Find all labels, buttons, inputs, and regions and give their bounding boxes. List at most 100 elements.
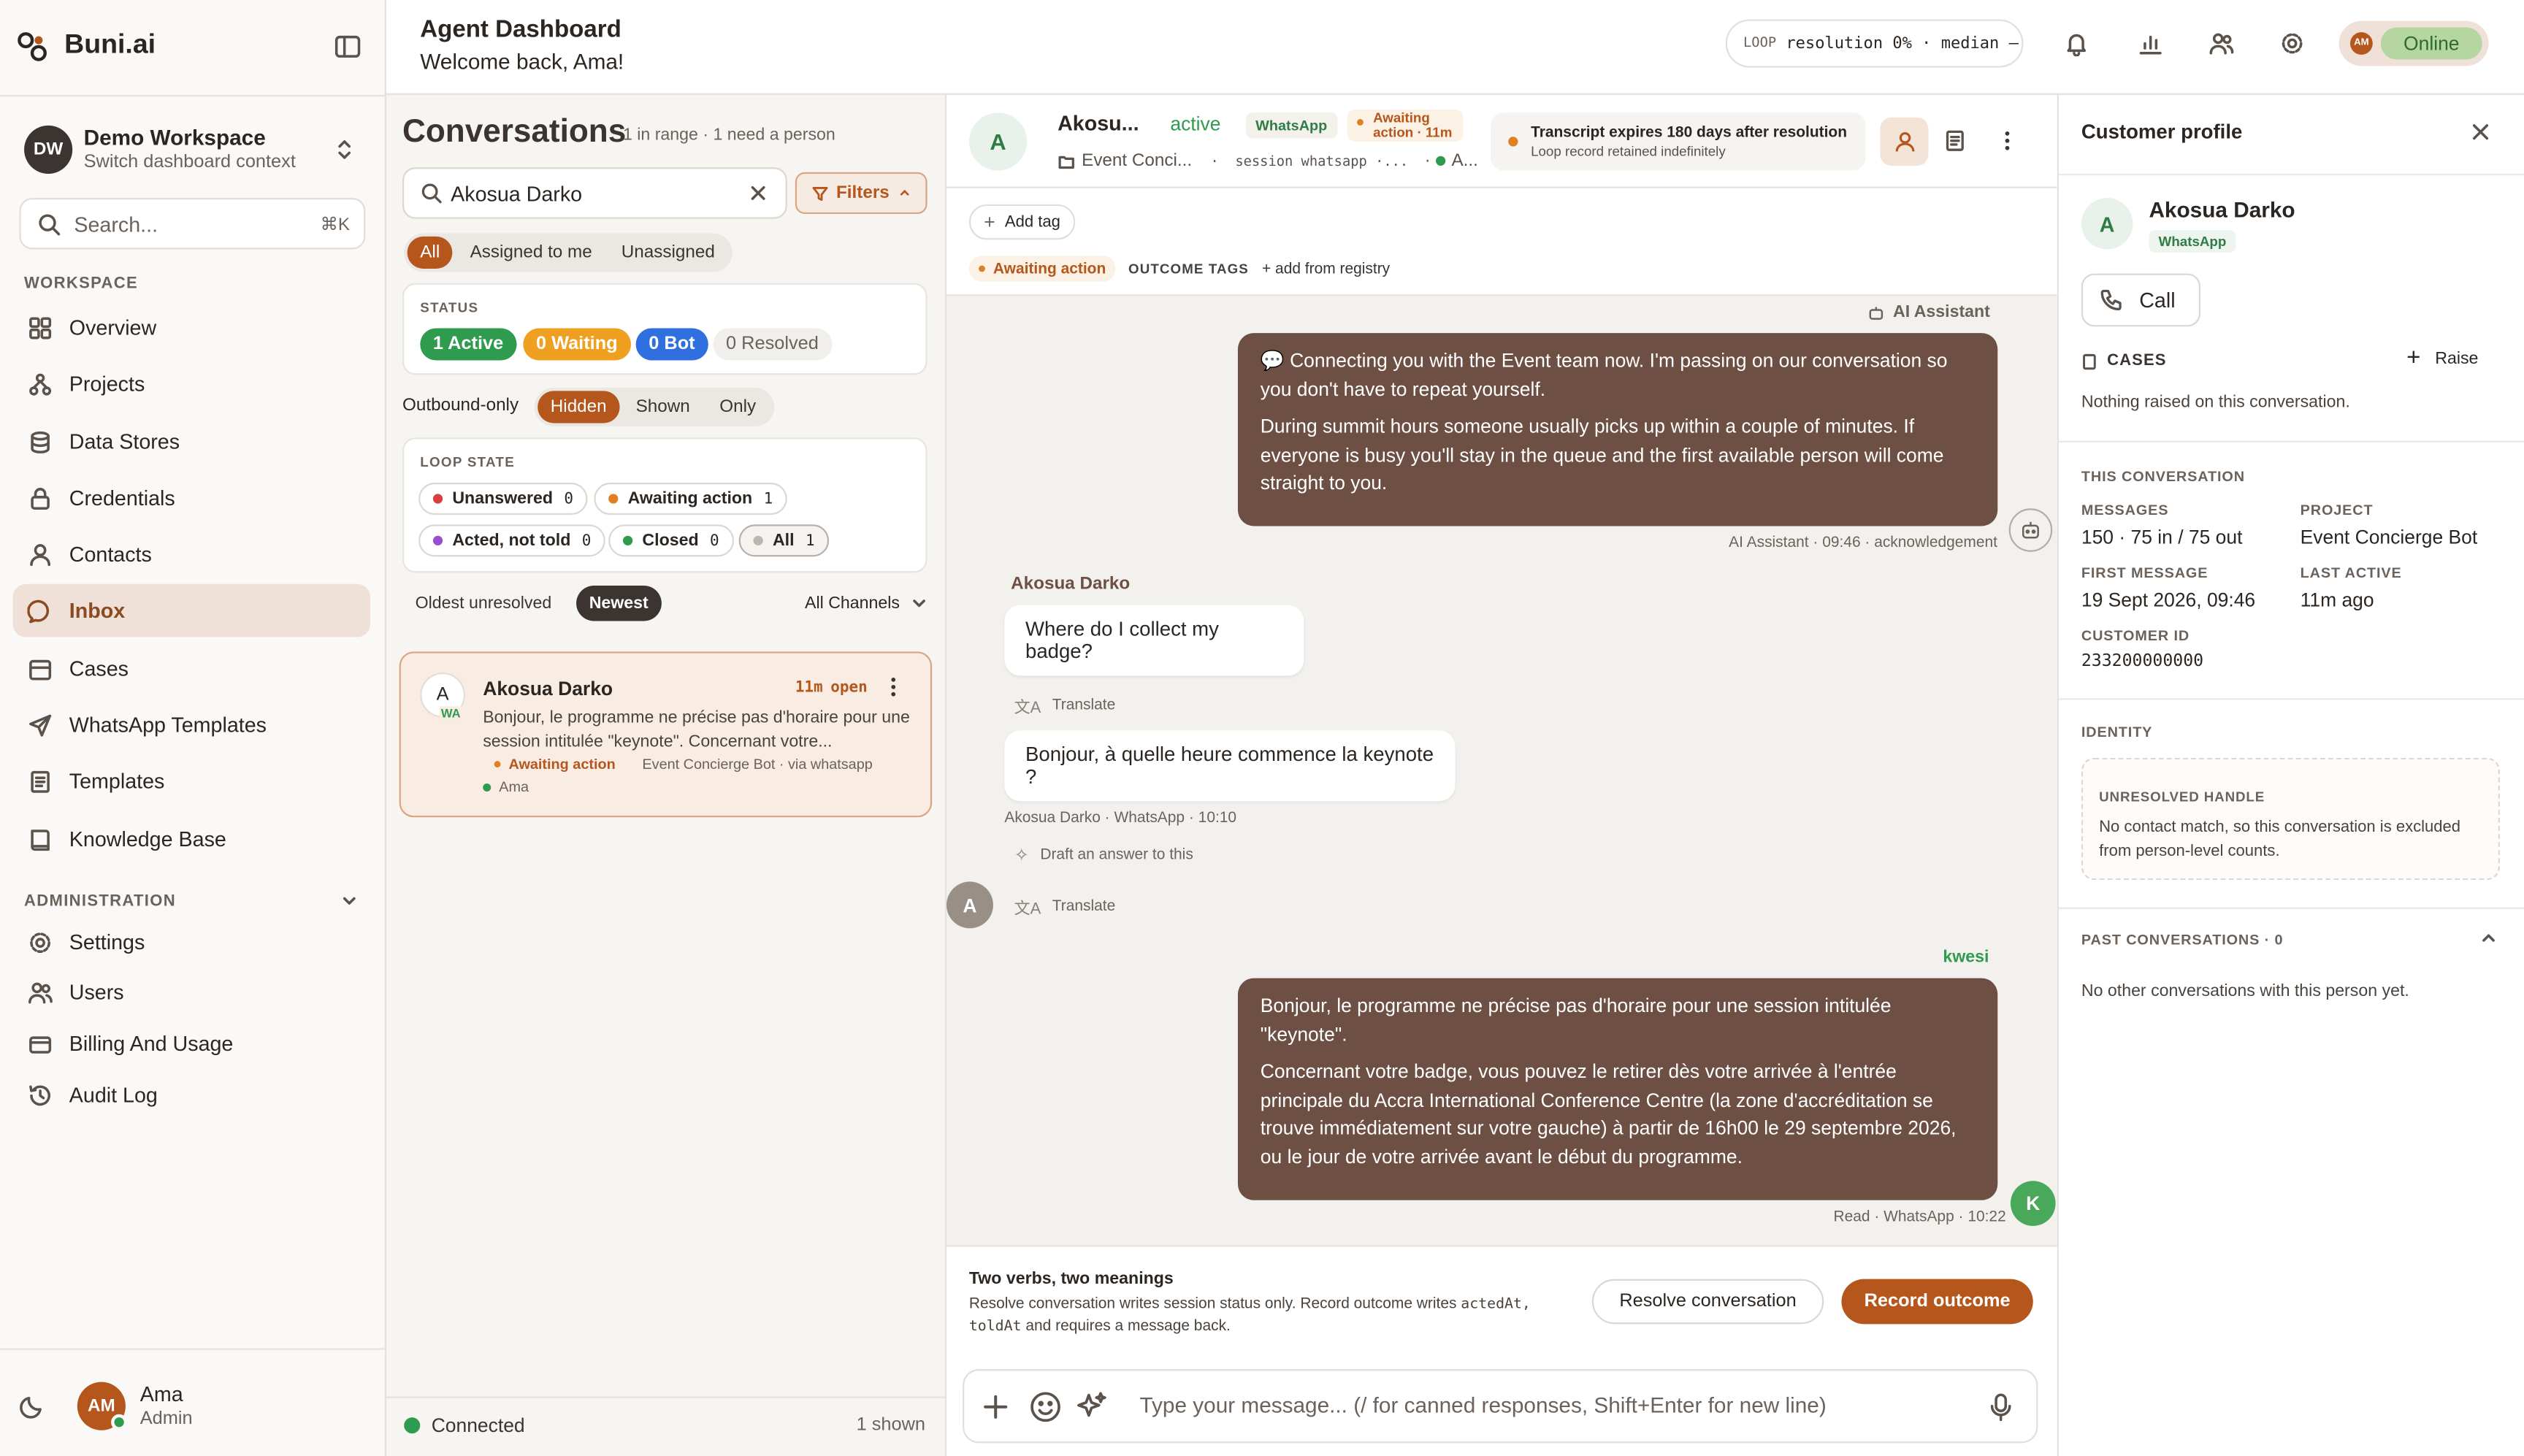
user-role: Admin bbox=[139, 1409, 193, 1429]
nav-settings[interactable]: Settings bbox=[13, 916, 370, 969]
agent-message-meta: Read · WhatsApp · 10:22 bbox=[1833, 1208, 2006, 1226]
chat-contact-name[interactable]: Akosu... bbox=[1058, 111, 1139, 135]
conversation-search-input[interactable]: Akosua Darko bbox=[402, 167, 787, 219]
status-bot-pill[interactable]: 0 Bot bbox=[635, 328, 708, 361]
channel-filter[interactable]: All Channels bbox=[805, 594, 927, 613]
robot-icon bbox=[2020, 520, 2041, 541]
status-waiting-pill[interactable]: 0 Waiting bbox=[523, 328, 631, 361]
workspace-switcher[interactable]: DW Demo Workspace Switch dashboard conte… bbox=[13, 112, 374, 186]
translate-icon: 文A bbox=[1014, 700, 1041, 718]
bar-chart-icon bbox=[2138, 31, 2163, 56]
collapse-sidebar-icon[interactable] bbox=[333, 32, 362, 61]
customer-profile-panel: Customer profile A Akosua Darko WhatsApp… bbox=[2057, 94, 2524, 1456]
chevron-down-icon[interactable] bbox=[340, 892, 359, 911]
plus-icon[interactable] bbox=[982, 1393, 1009, 1420]
ai-assistant-label: AI Assistant bbox=[1867, 302, 1990, 322]
nav-templates[interactable]: Templates bbox=[13, 754, 370, 808]
record-outcome-button[interactable]: Record outcome bbox=[1841, 1279, 2033, 1325]
nav-billing[interactable]: Billing And Usage bbox=[13, 1016, 370, 1070]
conversations-summary: 1 in range · 1 need a person bbox=[622, 125, 835, 145]
message-composer[interactable]: Type your message... (/ for canned respo… bbox=[963, 1369, 2038, 1444]
past-conversations-label: PAST CONVERSATIONS · 0 bbox=[2081, 931, 2284, 948]
chevron-down-icon bbox=[911, 595, 927, 611]
connection-status: Connected bbox=[431, 1414, 525, 1437]
tab-unassigned[interactable]: Unassigned bbox=[608, 237, 727, 269]
sort-oldest-unresolved[interactable]: Oldest unresolved bbox=[402, 586, 565, 621]
nav-contacts[interactable]: Contacts bbox=[13, 528, 370, 581]
close-icon[interactable] bbox=[2471, 122, 2490, 141]
first-message-label: FIRST MESSAGE bbox=[2081, 564, 2208, 581]
assign-button[interactable] bbox=[1880, 117, 1929, 166]
nav-knowledge-base[interactable]: Knowledge Base bbox=[13, 813, 370, 866]
loop-chip-acted-not-told[interactable]: Acted, not told 0 bbox=[418, 524, 606, 557]
folder-icon bbox=[1058, 152, 1075, 169]
conversation-age: 11m bbox=[795, 678, 823, 697]
chevron-up-icon[interactable] bbox=[2479, 928, 2498, 947]
resolve-conversation-button[interactable]: Resolve conversation bbox=[1591, 1279, 1824, 1325]
customer-message-2: Bonjour, à quelle heure commence la keyn… bbox=[1004, 730, 1456, 802]
call-button[interactable]: Call bbox=[2081, 273, 2200, 327]
settings-button[interactable] bbox=[2268, 19, 2317, 67]
outbound-only[interactable]: Only bbox=[707, 391, 769, 423]
add-tag-button[interactable]: + Add tag bbox=[968, 204, 1076, 240]
nav-inbox[interactable]: Inbox bbox=[12, 583, 370, 637]
nav-overview[interactable]: Overview bbox=[13, 301, 370, 354]
nav-whatsapp-templates[interactable]: WhatsApp Templates bbox=[13, 698, 370, 751]
search-placeholder: Search... bbox=[74, 212, 158, 237]
nav-cases[interactable]: Cases bbox=[13, 642, 370, 695]
more-vertical-icon[interactable] bbox=[884, 675, 903, 698]
sidebar-search[interactable]: Search... ⌘K bbox=[19, 198, 366, 250]
add-from-registry[interactable]: + add from registry bbox=[1262, 261, 1390, 278]
raise-case-button[interactable]: + Raise bbox=[2406, 346, 2478, 370]
loop-chip-awaiting[interactable]: Awaiting action 1 bbox=[594, 482, 788, 516]
loop-chip-unanswered[interactable]: Unanswered 0 bbox=[418, 482, 588, 516]
awaiting-action-tag[interactable]: Awaiting action bbox=[968, 256, 1116, 282]
team-button[interactable] bbox=[2198, 19, 2246, 67]
outbound-hidden[interactable]: Hidden bbox=[538, 391, 620, 424]
assignee-name: Ama bbox=[499, 778, 529, 795]
nav-users[interactable]: Users bbox=[13, 965, 370, 1019]
translate-button-2[interactable]: 文A Translate bbox=[1014, 894, 1116, 919]
translate-button-1[interactable]: 文A Translate bbox=[1014, 694, 1116, 718]
chat-icon bbox=[27, 598, 69, 624]
loop-chip-closed[interactable]: Closed 0 bbox=[608, 524, 734, 557]
chat-project: Event Conci... bbox=[1058, 151, 1193, 171]
translate-label: Translate bbox=[1052, 697, 1116, 715]
nav-projects[interactable]: Projects bbox=[13, 357, 370, 410]
conversation-source: Event Concierge Bot · via whatsapp bbox=[642, 756, 873, 773]
translate-label: Translate bbox=[1052, 897, 1116, 916]
notifications-button[interactable] bbox=[2052, 19, 2100, 67]
chat-project-label: Event Conci... bbox=[1082, 151, 1193, 171]
sparkle-icon: ✧ bbox=[1014, 846, 1029, 866]
notes-icon[interactable] bbox=[1943, 129, 1967, 153]
tab-all[interactable]: All bbox=[407, 236, 453, 269]
divider bbox=[0, 1348, 386, 1350]
clear-search-icon[interactable] bbox=[749, 183, 768, 202]
microphone-icon[interactable] bbox=[1988, 1392, 2014, 1422]
loop-chip-all[interactable]: All 1 bbox=[738, 524, 830, 557]
messages-label: MESSAGES bbox=[2081, 502, 2169, 518]
divider bbox=[0, 94, 386, 97]
filters-button[interactable]: Filters bbox=[795, 172, 928, 215]
nav-audit-log[interactable]: Audit Log bbox=[13, 1068, 370, 1122]
conversation-item[interactable]: A WA Akosua Darko 11m open Bonjour, le p… bbox=[399, 651, 933, 818]
draft-answer-button[interactable]: ✧ Draft an answer to this bbox=[1014, 845, 1193, 866]
theme-toggle-icon[interactable] bbox=[19, 1393, 45, 1419]
template-icon bbox=[27, 768, 69, 794]
status-active-pill[interactable]: 1 Active bbox=[420, 328, 516, 361]
brand-name[interactable]: Buni.ai bbox=[64, 29, 156, 61]
status-resolved-pill[interactable]: 0 Resolved bbox=[713, 328, 832, 361]
more-vertical-icon[interactable] bbox=[1997, 129, 2016, 153]
ai-sparkle-icon[interactable] bbox=[1075, 1390, 1109, 1424]
loop-stat-pill[interactable]: LOOP resolution 0% · median — bbox=[1725, 19, 2024, 68]
profile-title: Customer profile bbox=[2081, 120, 2243, 144]
nav-credentials[interactable]: Credentials bbox=[13, 472, 370, 525]
profile-avatar: A bbox=[2081, 198, 2133, 250]
nav-data-stores[interactable]: Data Stores bbox=[13, 415, 370, 468]
emoji-icon[interactable] bbox=[1028, 1390, 1062, 1424]
sort-newest[interactable]: Newest bbox=[576, 586, 662, 621]
tab-assigned-to-me[interactable]: Assigned to me bbox=[457, 237, 605, 269]
analytics-button[interactable] bbox=[2127, 19, 2175, 67]
outbound-shown[interactable]: Shown bbox=[623, 391, 703, 423]
presence-toggle[interactable]: AM Online bbox=[2338, 20, 2489, 66]
